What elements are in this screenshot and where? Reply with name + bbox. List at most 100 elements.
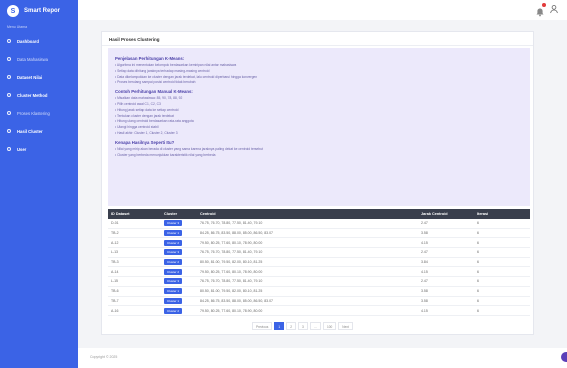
info-heading: Penjelasan Perhitungan K-Means: <box>115 56 185 61</box>
table-cell: Cluster 2 <box>164 268 200 275</box>
sidebar-item-data-mahasiswa[interactable]: Data Mahasiswa <box>0 50 78 68</box>
sidebar-item-label: Proses Klastering <box>17 110 50 116</box>
sidebar-item-label: Hasil Cluster <box>17 128 43 134</box>
cluster-result-card: Hasil Proses Clustering Penjelasan Perhi… <box>101 31 534 335</box>
info-line: • Cluster yang berbeda menunjukkan karak… <box>115 152 216 157</box>
table-cell: 3.84 <box>421 260 428 265</box>
cluster-badge: Cluster 2 <box>164 307 183 314</box>
info-heading: Contoh Perhitungan Manual K-Means: <box>115 89 193 95</box>
sidebar-item-dashboard[interactable]: Dashboard <box>0 32 78 50</box>
pagination-page-button[interactable]: 2 <box>286 322 296 330</box>
page-title: Hasil Proses Clustering <box>109 37 160 42</box>
table-cell: 80.50, 81.00, 79.50, 82.00, 80.10, 81.25 <box>200 260 263 265</box>
table-row: TB-7 Cluster 1 84.25, 86.75, 83.50, 88.00,… <box>108 297 530 307</box>
info-line: • Proses berulang sampai posisi centroid… <box>115 80 196 85</box>
sidebar-item-label: Dataset Nilai <box>17 74 43 80</box>
table-cell: L-15 <box>111 279 119 284</box>
table-cell: A-16 <box>111 308 119 313</box>
table-cell: TB-7 <box>111 298 119 303</box>
sidebar-item-user[interactable]: User <box>0 140 78 158</box>
table-cell: 79.50, 80.25, 77.60, 80.10, 78.90, 80.00 <box>200 269 263 274</box>
brand-logo-icon: S <box>7 5 19 17</box>
brand-name: Smart Repor <box>24 8 61 14</box>
sidebar-item-label: Dashboard <box>17 38 39 44</box>
nav-circle-icon <box>7 57 11 61</box>
nav-circle-icon <box>7 147 11 151</box>
pagination: Previous 1 2 3… 100 Next <box>252 322 353 330</box>
table-cell: 4.15 <box>421 308 428 313</box>
cluster-badge: Cluster 2 <box>164 268 183 275</box>
pagination-page-button[interactable]: … <box>309 322 321 330</box>
table-body: D-01 Cluster 3 76.75, 76.70, 78.80, 77.50,… <box>108 219 530 316</box>
notification-bell-icon[interactable] <box>535 3 546 17</box>
table-cell: 6 <box>477 298 479 303</box>
table-cell: 79.50, 80.25, 77.60, 80.10, 78.90, 80.00 <box>200 308 263 313</box>
table-cell: 6 <box>477 260 479 265</box>
sidebar-item-label: Data Mahasiswa <box>17 56 48 62</box>
table-row: A-14 Cluster 2 79.50, 80.25, 77.60, 80.10,… <box>108 267 530 278</box>
table-row: L-13 Cluster 3 76.75, 76.70, 78.80, 77.50,… <box>108 248 530 258</box>
table-cell: TB-2 <box>111 231 119 236</box>
table-cell: L-13 <box>111 250 119 255</box>
table-row: TB-2 Cluster 1 84.25, 86.75, 83.50, 88.00,… <box>108 229 530 239</box>
sidebar-item-cluster-method[interactable]: Cluster Method <box>0 86 78 104</box>
table-cell: Cluster 3 <box>164 278 200 285</box>
table-cell: Cluster 1 <box>164 230 200 237</box>
column-header: Cluster <box>164 212 178 216</box>
cluster-badge: Cluster 3 <box>164 278 183 285</box>
nav-circle-icon <box>7 39 11 43</box>
sidebar-item-proses-klastering[interactable]: Proses Klastering <box>0 104 78 122</box>
sidebar-item-label: User <box>17 146 27 152</box>
table-cell: A-12 <box>111 240 119 245</box>
nav-circle-icon <box>7 111 11 115</box>
explanation-box: Penjelasan Perhitungan K-Means: • Algorit… <box>108 48 530 206</box>
sidebar-nav: Dashboard Data Mahasiswa Dataset Nilai Clus… <box>0 32 78 158</box>
table-cell: 76.75, 76.70, 78.80, 77.50, 81.40, 79.10 <box>200 250 263 255</box>
cluster-badge: Cluster 1 <box>164 230 183 237</box>
column-header: Iterasi <box>477 212 489 216</box>
cluster-badge: Cluster 2 <box>164 259 183 266</box>
cluster-badge: Cluster 3 <box>164 249 183 256</box>
table-cell: 80.50, 81.00, 79.50, 82.00, 80.10, 81.25 <box>200 289 263 294</box>
table-cell: 2.47 <box>421 250 428 255</box>
pagination-next-button[interactable]: Next <box>338 322 353 330</box>
table-cell: 3.58 <box>421 298 428 303</box>
pagination-prev-button[interactable]: Previous <box>252 322 273 330</box>
sidebar: S Smart Repor Menu Utama Dashboard Data M… <box>0 0 78 368</box>
cluster-badge: Cluster 1 <box>164 297 183 304</box>
table-cell: Cluster 2 <box>164 239 200 246</box>
pagination-page-button[interactable]: 100 <box>322 322 337 330</box>
table-cell: 6 <box>477 308 479 313</box>
table-cell: 4.15 <box>421 240 428 245</box>
table-cell: 6 <box>477 289 479 294</box>
table-cell: 3.58 <box>421 231 428 236</box>
footer: Copyright © 2025 <box>78 348 567 368</box>
title-divider <box>102 45 533 46</box>
table-cell: 3.58 <box>421 289 428 294</box>
table-cell: 6 <box>477 240 479 245</box>
scroll-to-top-button[interactable] <box>561 352 567 362</box>
nav-circle-icon <box>7 129 11 133</box>
sidebar-item-hasil-cluster[interactable]: Hasil Cluster <box>0 122 78 140</box>
table-cell: 6 <box>477 250 479 255</box>
pagination-page-button[interactable]: 3 <box>297 322 308 330</box>
table-cell: Cluster 3 <box>164 249 200 256</box>
info-heading: Kenapa Hasilnya Seperti Itu? <box>115 139 175 145</box>
column-header: ID Dataset <box>111 212 130 216</box>
table-cell: 6 <box>477 221 479 226</box>
column-header: Centroid <box>200 212 216 216</box>
table-header: ID Dataset Cluster Centroid Jarak Centroid I… <box>108 209 530 219</box>
brand[interactable]: S Smart Repor <box>0 0 78 22</box>
table-row: D-01 Cluster 3 76.75, 76.70, 78.80, 77.50,… <box>108 219 530 229</box>
table-row: TB-3 Cluster 2 80.50, 81.00, 79.50, 82.00,… <box>108 258 530 268</box>
user-profile-icon[interactable] <box>549 4 559 14</box>
copyright-text: Copyright © 2025 <box>90 355 118 359</box>
table-row: A-12 Cluster 2 79.50, 80.25, 77.60, 80.10,… <box>108 238 530 249</box>
sidebar-item-dataset-nilai[interactable]: Dataset Nilai <box>0 68 78 86</box>
nav-circle-icon <box>7 75 11 79</box>
table-cell: 76.75, 76.70, 78.80, 77.50, 81.40, 79.10 <box>200 279 263 284</box>
table-cell: 79.50, 80.25, 77.60, 80.10, 78.90, 80.00 <box>200 240 263 245</box>
table-cell: 76.75, 76.70, 78.80, 77.50, 81.40, 79.10 <box>200 221 263 226</box>
pagination-page-button[interactable]: 1 <box>274 322 285 330</box>
table-row: A-16 Cluster 2 79.50, 80.25, 77.60, 80.10,… <box>108 306 530 316</box>
